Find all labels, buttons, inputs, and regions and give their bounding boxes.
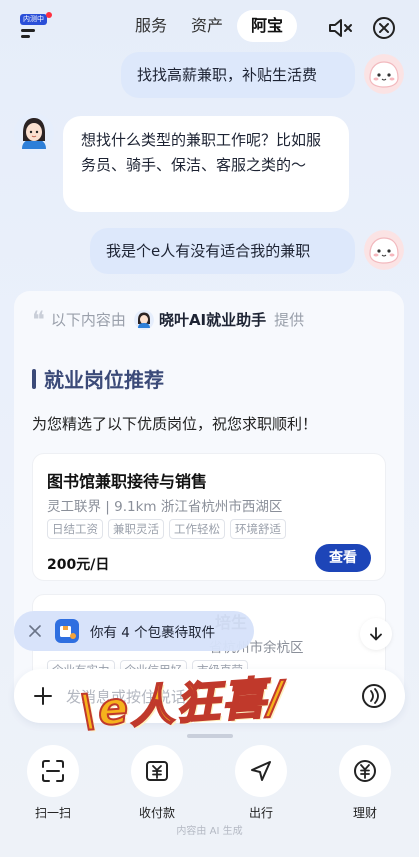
section-title: 就业岗位推荐 — [32, 364, 164, 393]
top-bar: 内测中 服务 资产 阿宝 — [0, 0, 419, 56]
view-job-button[interactable]: 查看 — [315, 544, 371, 572]
quick-action-label: 理财 — [352, 806, 377, 820]
job-salary: 200元/日 — [47, 557, 110, 573]
menu-icon-line — [21, 35, 30, 38]
job-tag: 兼职灵活 — [108, 519, 164, 539]
user-message-text: 找找高薪兼职，补贴生活费 — [137, 66, 318, 84]
assistant-avatar — [14, 113, 54, 153]
scroll-down-button[interactable] — [360, 618, 392, 650]
provider-prefix: 以下内容由 — [50, 311, 126, 329]
quick-action-label: 出行 — [248, 806, 273, 820]
tab-services[interactable]: 服务 — [125, 10, 177, 42]
job-meta: 灵工联界 | 9.1km 浙江省杭州市西湖区 — [47, 499, 283, 515]
quick-action-label: 收付款 — [138, 806, 175, 820]
job-tag: 环境舒适 — [230, 519, 286, 539]
drag-handle[interactable] — [187, 734, 233, 738]
job-title: 图书馆兼职接待与销售 — [47, 472, 208, 491]
quick-action-payment[interactable]: 收付款 — [127, 745, 187, 821]
intro-text: 为您精选了以下优质岗位，祝您求职顺利！ — [32, 415, 318, 433]
provider-avatar — [133, 309, 154, 330]
scan-icon — [42, 760, 64, 782]
job-tag: 日结工资 — [47, 519, 103, 539]
provider-line: ❝ 以下内容由 晓叶AI就业助手 提供 — [32, 305, 305, 334]
quick-action-travel[interactable]: 出行 — [231, 745, 291, 821]
quick-action-finance[interactable]: 理财 — [335, 745, 395, 821]
notification-dot — [46, 12, 52, 18]
payment-icon — [146, 761, 168, 781]
quick-actions: 扫一扫 收付款 出行 理财 — [0, 745, 419, 825]
section-title-text: 就业岗位推荐 — [44, 368, 164, 392]
close-icon[interactable] — [28, 624, 42, 638]
tab-bar: 服务 资产 阿宝 — [125, 10, 298, 42]
menu-button[interactable]: 内测中 — [20, 12, 52, 38]
job-tags: 日结工资 兼职灵活 工作轻松 环境舒适 — [47, 519, 286, 539]
provider-suffix: 提供 — [274, 311, 305, 329]
close-icon[interactable] — [372, 16, 396, 40]
package-icon — [55, 619, 79, 643]
assistant-message: 想找什么类型的兼职工作呢？比如服务员、骑手、保洁、客服之类的～ — [63, 116, 349, 212]
job-tag: 工作轻松 — [169, 519, 225, 539]
job-card[interactable]: 图书馆兼职接待与销售 灵工联界 | 9.1km 浙江省杭州市西湖区 日结工资 兼… — [32, 453, 386, 581]
user-avatar — [364, 230, 404, 270]
title-accent-bar — [32, 368, 36, 389]
mute-icon[interactable] — [327, 16, 353, 40]
package-notification[interactable]: 你有 4 个包裹待取件 — [14, 611, 254, 651]
menu-icon — [21, 29, 35, 32]
user-message: 我是个e人有没有适合我的兼职 — [90, 228, 355, 274]
plus-icon[interactable] — [32, 685, 54, 707]
user-message-text: 我是个e人有没有适合我的兼职 — [106, 242, 311, 260]
finance-icon — [354, 760, 376, 782]
beta-badge: 内测中 — [20, 14, 47, 25]
user-message: 找找高薪兼职，补贴生活费 — [121, 52, 355, 98]
package-text: 你有 4 个包裹待取件 — [90, 625, 216, 641]
provider-name[interactable]: 晓叶AI就业助手 — [159, 309, 266, 330]
user-avatar — [364, 54, 404, 94]
tab-assets[interactable]: 资产 — [181, 10, 233, 42]
ai-disclaimer: 内容由 AI 生成 — [176, 826, 243, 837]
quote-icon: ❝ — [32, 305, 45, 334]
quick-action-scan[interactable]: 扫一扫 — [23, 745, 83, 821]
quick-action-label: 扫一扫 — [34, 806, 71, 820]
arrow-down-icon — [370, 627, 382, 641]
navigation-icon — [251, 761, 271, 781]
assistant-message-text: 想找什么类型的兼职工作呢？比如服务员、骑手、保洁、客服之类的～ — [81, 131, 322, 174]
tab-abao[interactable]: 阿宝 — [237, 10, 298, 42]
